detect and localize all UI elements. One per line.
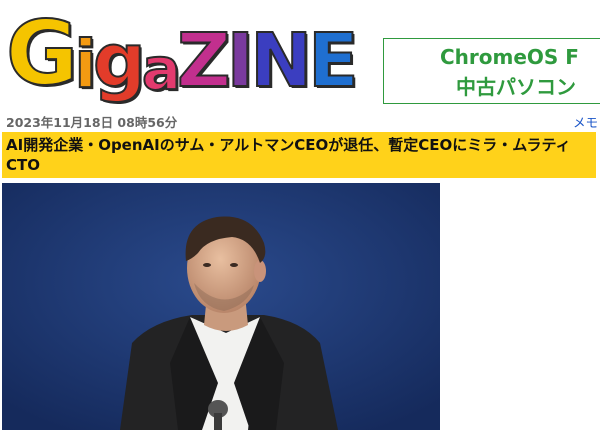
- article-date: 2023年11月18日 08時56分: [6, 115, 178, 130]
- ad-line-2: 中古パソコン: [456, 75, 576, 99]
- category-link[interactable]: メモ: [573, 112, 598, 131]
- person-photo-illustration: [2, 183, 440, 430]
- logo-letter: Z: [176, 18, 232, 104]
- logo-letter: i: [73, 26, 98, 103]
- logo-letter: G: [5, 2, 79, 105]
- ad-banner[interactable]: ChromeOS F 中古パソコン: [383, 38, 600, 104]
- page: G i g a Z I N E ChromeOS F 中古パソコン 2023年1…: [0, 0, 600, 441]
- site-logo[interactable]: G i g a Z I N E: [5, 2, 360, 105]
- headline-text: AI開発企業・OpenAIのサム・アルトマンCEOが退任、暫定CEOにミラ・ムラ…: [6, 136, 571, 174]
- article-meta: 2023年11月18日 08時56分 メモ: [4, 112, 600, 130]
- ad-line-1: ChromeOS F: [440, 45, 579, 69]
- article-photo: [2, 183, 440, 430]
- site-header: G i g a Z I N E ChromeOS F 中古パソコン: [0, 0, 600, 108]
- logo-letter: I: [226, 18, 255, 104]
- logo-letter: N: [249, 18, 313, 104]
- article-headline: AI開発企業・OpenAIのサム・アルトマンCEOが退任、暫定CEOにミラ・ムラ…: [2, 132, 596, 178]
- logo-letter: E: [307, 18, 360, 104]
- logo-letter: a: [141, 35, 182, 103]
- logo-letter: g: [92, 18, 147, 104]
